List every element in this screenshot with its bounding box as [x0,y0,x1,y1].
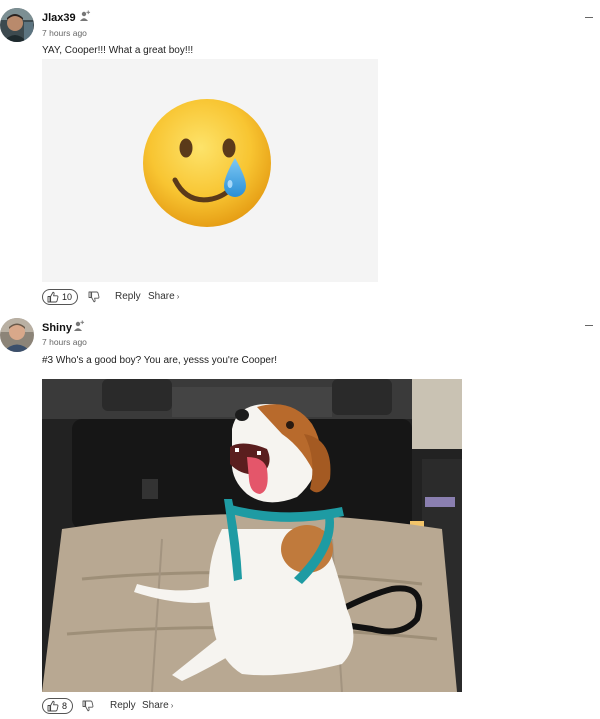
avatar[interactable] [0,318,34,352]
share-label: Share [142,700,169,711]
share-button[interactable]: Share › [148,291,179,303]
comment-actions: 8 Reply Share › [42,698,342,716]
comment-text: #3 Who's a good boy? You are, yesss you'… [42,355,278,366]
timestamp: 7 hours ago [42,337,87,347]
comment-text: YAY, Cooper!!! What a great boy!!! [42,45,194,56]
timestamp: 7 hours ago [42,28,87,38]
thumbs-down-icon[interactable] [82,700,94,712]
more-options-button[interactable] [582,322,596,330]
follow-user-icon[interactable] [73,320,85,332]
share-button[interactable]: Share › [142,700,173,712]
like-count: 10 [62,292,73,302]
reply-button[interactable]: Reply [115,291,141,303]
chevron-right-icon: › [176,292,180,301]
thumbs-down-icon[interactable] [88,291,100,303]
follow-user-icon[interactable] [79,10,91,22]
username[interactable]: Shiny [42,321,72,335]
more-options-button[interactable] [582,14,596,22]
like-button[interactable]: 8 [42,698,74,714]
dog-photo-image [42,379,462,692]
comment-item: Jlax39 7 hours ago YAY, Cooper!!! What a… [0,0,600,310]
username[interactable]: Jlax39 [42,11,76,25]
comment-item: Shiny 7 hours ago #3 Who's a good boy? Y… [0,310,600,719]
avatar-image [0,8,34,42]
comment-media-image[interactable] [42,379,462,692]
share-label: Share [148,291,175,302]
thumbs-up-icon [47,291,59,303]
avatar-image [0,318,34,352]
reply-button[interactable]: Reply [110,700,136,712]
comment-actions: 10 Reply Share › [42,289,342,307]
thumbs-up-icon [47,700,59,712]
like-button[interactable]: 10 [42,289,79,305]
chevron-right-icon: › [170,701,174,710]
like-count: 8 [62,701,68,711]
comment-media-image[interactable] [42,59,378,282]
crying-smile-emoji-icon [143,99,271,227]
avatar[interactable] [0,8,34,42]
